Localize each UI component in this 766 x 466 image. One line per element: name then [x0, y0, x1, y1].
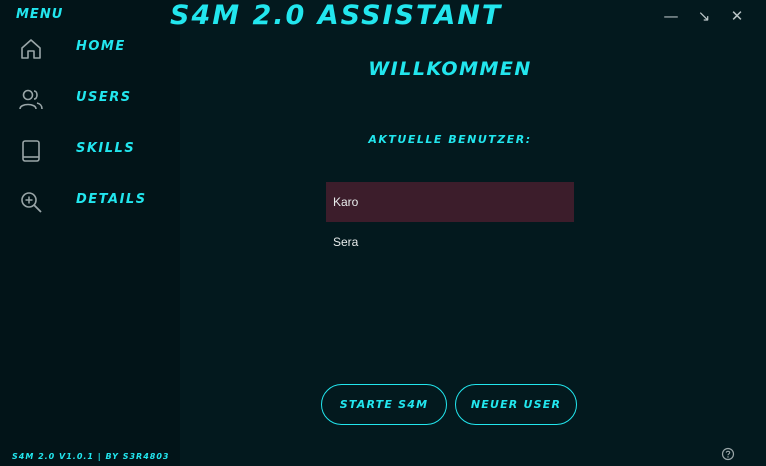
- restore-icon: ↘: [697, 7, 711, 25]
- home-icon: [21, 39, 41, 59]
- app-window: MENU S4M 2.0 ASSISTANT — ↘ ✕ HOME USERS …: [0, 0, 766, 466]
- minimize-icon: —: [663, 7, 679, 25]
- sidebar: [0, 0, 180, 466]
- sidebar-item-home[interactable]: HOME: [0, 29, 180, 69]
- help-icon[interactable]: [721, 447, 735, 461]
- sidebar-item-label: SKILLS: [76, 141, 136, 156]
- book-icon: [22, 140, 40, 162]
- sidebar-item-label: HOME: [76, 39, 126, 54]
- welcome-heading: WILLKOMMEN: [368, 58, 532, 80]
- users-icon: [19, 89, 43, 110]
- start-s4m-button[interactable]: STARTE S4M: [321, 384, 447, 425]
- current-users-label: AKTUELLE BENUTZER:: [368, 133, 532, 146]
- sidebar-item-skills[interactable]: SKILLS: [0, 131, 180, 171]
- version-footer: S4M 2.0 V1.0.1 | BY S3R4803: [12, 452, 170, 461]
- zoom-in-icon: [21, 192, 42, 213]
- sidebar-item-label: DETAILS: [76, 192, 147, 207]
- menu-label[interactable]: MENU: [16, 7, 63, 22]
- new-user-button[interactable]: NEUER USER: [455, 384, 577, 425]
- minimize-button[interactable]: —: [660, 6, 682, 26]
- list-item[interactable]: Sera: [326, 222, 574, 262]
- sidebar-item-details[interactable]: DETAILS: [0, 182, 180, 222]
- list-item[interactable]: Karo: [326, 182, 574, 222]
- user-list[interactable]: Karo Sera: [326, 182, 574, 262]
- sidebar-item-users[interactable]: USERS: [0, 80, 180, 120]
- close-button[interactable]: ✕: [726, 6, 748, 26]
- restore-button[interactable]: ↘: [693, 6, 715, 26]
- app-title: S4M 2.0 ASSISTANT: [170, 0, 503, 31]
- close-icon: ✕: [730, 7, 744, 25]
- sidebar-item-label: USERS: [76, 90, 132, 105]
